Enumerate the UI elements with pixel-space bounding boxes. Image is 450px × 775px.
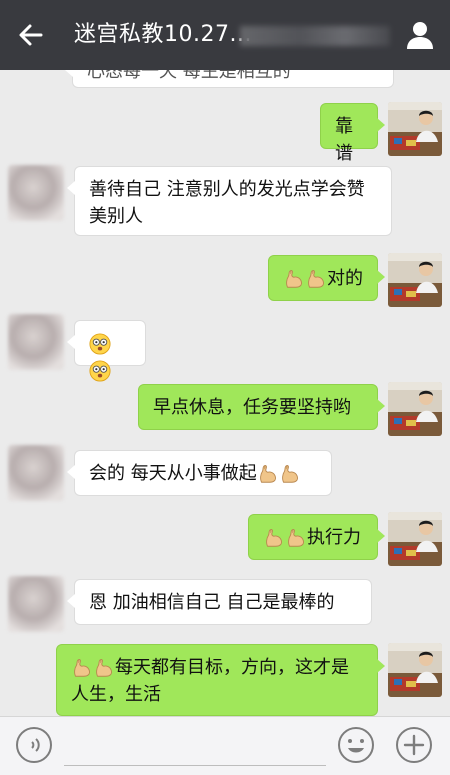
input-bar [0,716,450,775]
plus-icon[interactable] [394,725,434,765]
avatar-photo [388,102,442,156]
message-text: 靠谱 [335,116,353,164]
avatar-photo [388,512,442,566]
message-text: 会的 每天从小事做起 [89,463,257,484]
avatar-photo [388,253,442,307]
chat-title: 迷宫私教10.27... [74,22,252,47]
message-input[interactable] [64,765,326,766]
dizzy-face-icon [89,360,111,382]
avatar[interactable] [8,576,64,632]
avatar[interactable] [8,165,64,221]
flexed-biceps-icon [279,463,301,485]
back-arrow-icon[interactable] [14,18,48,52]
message-bubble: 对的 [268,255,385,301]
avatar[interactable] [388,253,442,307]
emoji-icon[interactable] [336,725,376,765]
avatar[interactable] [8,445,64,501]
person-icon[interactable] [404,20,436,50]
message-bubble: 心态每一天 每生是相互的 [65,70,394,88]
message-text: 对的 [327,268,363,289]
message-text: 早点休息，任务要坚持哟 [153,397,351,418]
flexed-biceps-icon [263,527,285,549]
avatar[interactable] [388,643,442,697]
avatar-photo [388,382,442,436]
dizzy-face-icon [89,333,111,355]
message-bubble: 靠谱 [320,103,385,164]
flexed-biceps-icon [93,657,115,679]
message-text: 心态每一天 每生是相互的 [87,70,291,82]
message-text: 恩 加油相信自己 自己是最棒的 [89,592,335,613]
message-bubble: 善待自己 注意别人的发光点学会赞美别人 [67,166,392,236]
message-bubble: 执行力 [248,514,385,560]
message-text: 善待自己 注意别人的发光点学会赞美别人 [89,179,365,227]
avatar[interactable] [388,382,442,436]
flexed-biceps-icon [305,268,327,290]
avatar[interactable] [388,512,442,566]
message-bubble [67,320,146,366]
flexed-biceps-icon [257,463,279,485]
message-bubble: 每天都有目标，方向，这才是人生，生活 [56,644,385,716]
flexed-biceps-icon [285,527,307,549]
message-bubble: 会的 每天从小事做起 [67,450,332,496]
flexed-biceps-icon [283,268,305,290]
title-redacted-region [240,26,390,46]
message-text: 执行力 [307,527,361,548]
avatar[interactable] [8,314,64,370]
chat-area[interactable]: 心态每一天 每生是相互的 靠谱 善待自己 注意别人的发光点学会赞美别人 对的 早… [0,70,450,716]
message-bubble: 恩 加油相信自己 自己是最棒的 [67,579,372,625]
top-bar: 迷宫私教10.27... [0,0,450,70]
message-bubble: 早点休息，任务要坚持哟 [138,384,385,430]
avatar[interactable] [388,102,442,156]
voice-input-icon[interactable] [14,725,54,765]
flexed-biceps-icon [71,657,93,679]
avatar-photo [388,643,442,697]
